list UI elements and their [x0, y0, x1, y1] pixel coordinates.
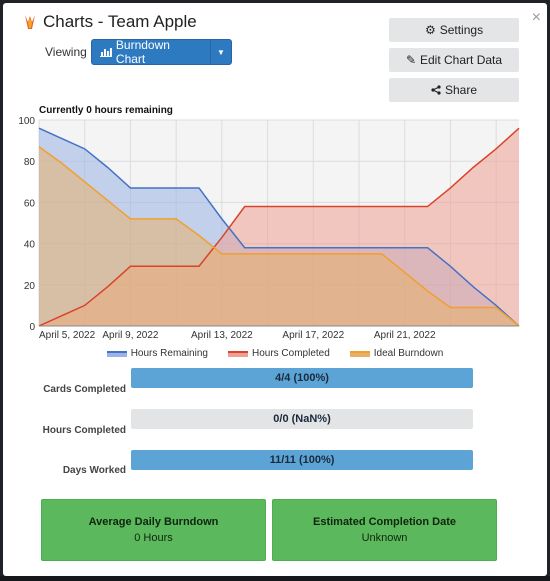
app-window: × Charts - Team Apple Viewing Burndown C…	[0, 0, 550, 581]
share-label: Share	[444, 83, 478, 97]
legend-swatch	[106, 350, 127, 357]
bar-chart-icon	[100, 48, 112, 57]
hours-completed-value: 0/0 (NaN%)	[273, 413, 331, 425]
legend-item-hours-completed[interactable]: Hours Completed	[227, 348, 330, 359]
y-tick-label: 0	[29, 322, 35, 333]
y-tick-label: 20	[24, 281, 36, 292]
app-logo-icon	[25, 15, 35, 29]
chart-type-dropdown[interactable]: Burndown Chart ▼	[91, 38, 232, 66]
legend-label: Hours Completed	[251, 348, 330, 359]
y-tick-label: 40	[24, 240, 36, 251]
settings-button[interactable]: ⚙ Settings	[389, 18, 519, 42]
x-tick-label: April 5, 2022	[39, 330, 96, 341]
cards-completed-bar: 4/4 (100%)	[131, 368, 473, 388]
card-value: 0 Hours	[134, 532, 173, 544]
share-icon	[431, 85, 441, 95]
window-bottom-bar	[0, 576, 550, 581]
chart-type-button[interactable]: Burndown Chart	[92, 38, 211, 66]
legend-label: Hours Remaining	[130, 348, 208, 359]
x-tick-label: April 21, 2022	[374, 330, 436, 341]
settings-label: Settings	[439, 23, 484, 37]
card-heading: Estimated Completion Date	[312, 516, 457, 528]
legend-label: Ideal Burndown	[373, 348, 444, 359]
x-tick-label: April 13, 2022	[191, 330, 253, 341]
hours-completed-label: Hours Completed	[42, 425, 126, 436]
charts-modal: × Charts - Team Apple Viewing Burndown C…	[3, 3, 547, 576]
average-daily-burndown-card: Average Daily Burndown 0 Hours	[41, 499, 266, 561]
days-worked-bar: 11/11 (100%)	[131, 450, 473, 470]
hours-completed-bar: 0/0 (NaN%)	[131, 409, 473, 429]
x-tick-label: April 9, 2022	[102, 330, 159, 341]
legend-item-hours-remaining[interactable]: Hours Remaining	[106, 348, 208, 359]
chart-legend: Hours Remaining Hours Completed Ideal Bu…	[3, 348, 547, 359]
burndown-chart: 0 20 40 60 80 100 April 5, 2022 April 9, 2022 Ap…	[18, 116, 520, 341]
y-tick-label: 100	[18, 116, 35, 127]
cards-completed-value: 4/4 (100%)	[275, 372, 329, 384]
page-title: Charts - Team Apple	[43, 12, 197, 31]
legend-swatch	[227, 350, 248, 357]
edit-label: Edit Chart Data	[420, 53, 503, 67]
y-tick-label: 80	[24, 157, 36, 168]
card-heading: Average Daily Burndown	[88, 516, 219, 528]
close-icon[interactable]: ×	[532, 9, 541, 27]
x-tick-label: April 17, 2022	[282, 330, 344, 341]
pencil-icon: ✎	[405, 53, 416, 67]
days-worked-value: 11/11 (100%)	[269, 454, 335, 466]
legend-swatch	[349, 350, 370, 357]
chart-type-label: Burndown Chart	[115, 38, 170, 66]
legend-item-ideal-burndown[interactable]: Ideal Burndown	[349, 348, 444, 359]
edit-chart-data-button[interactable]: ✎ Edit Chart Data	[389, 48, 519, 72]
cards-completed-label: Cards Completed	[43, 384, 126, 395]
y-tick-label: 60	[24, 198, 36, 209]
estimated-completion-card: Estimated Completion Date Unknown	[272, 499, 497, 561]
gear-icon: ⚙	[424, 23, 436, 37]
viewing-label: Viewing	[45, 45, 87, 59]
days-worked-label: Days Worked	[62, 465, 126, 476]
card-value: Unknown	[361, 532, 408, 544]
chevron-down-icon[interactable]: ▼	[211, 40, 231, 64]
